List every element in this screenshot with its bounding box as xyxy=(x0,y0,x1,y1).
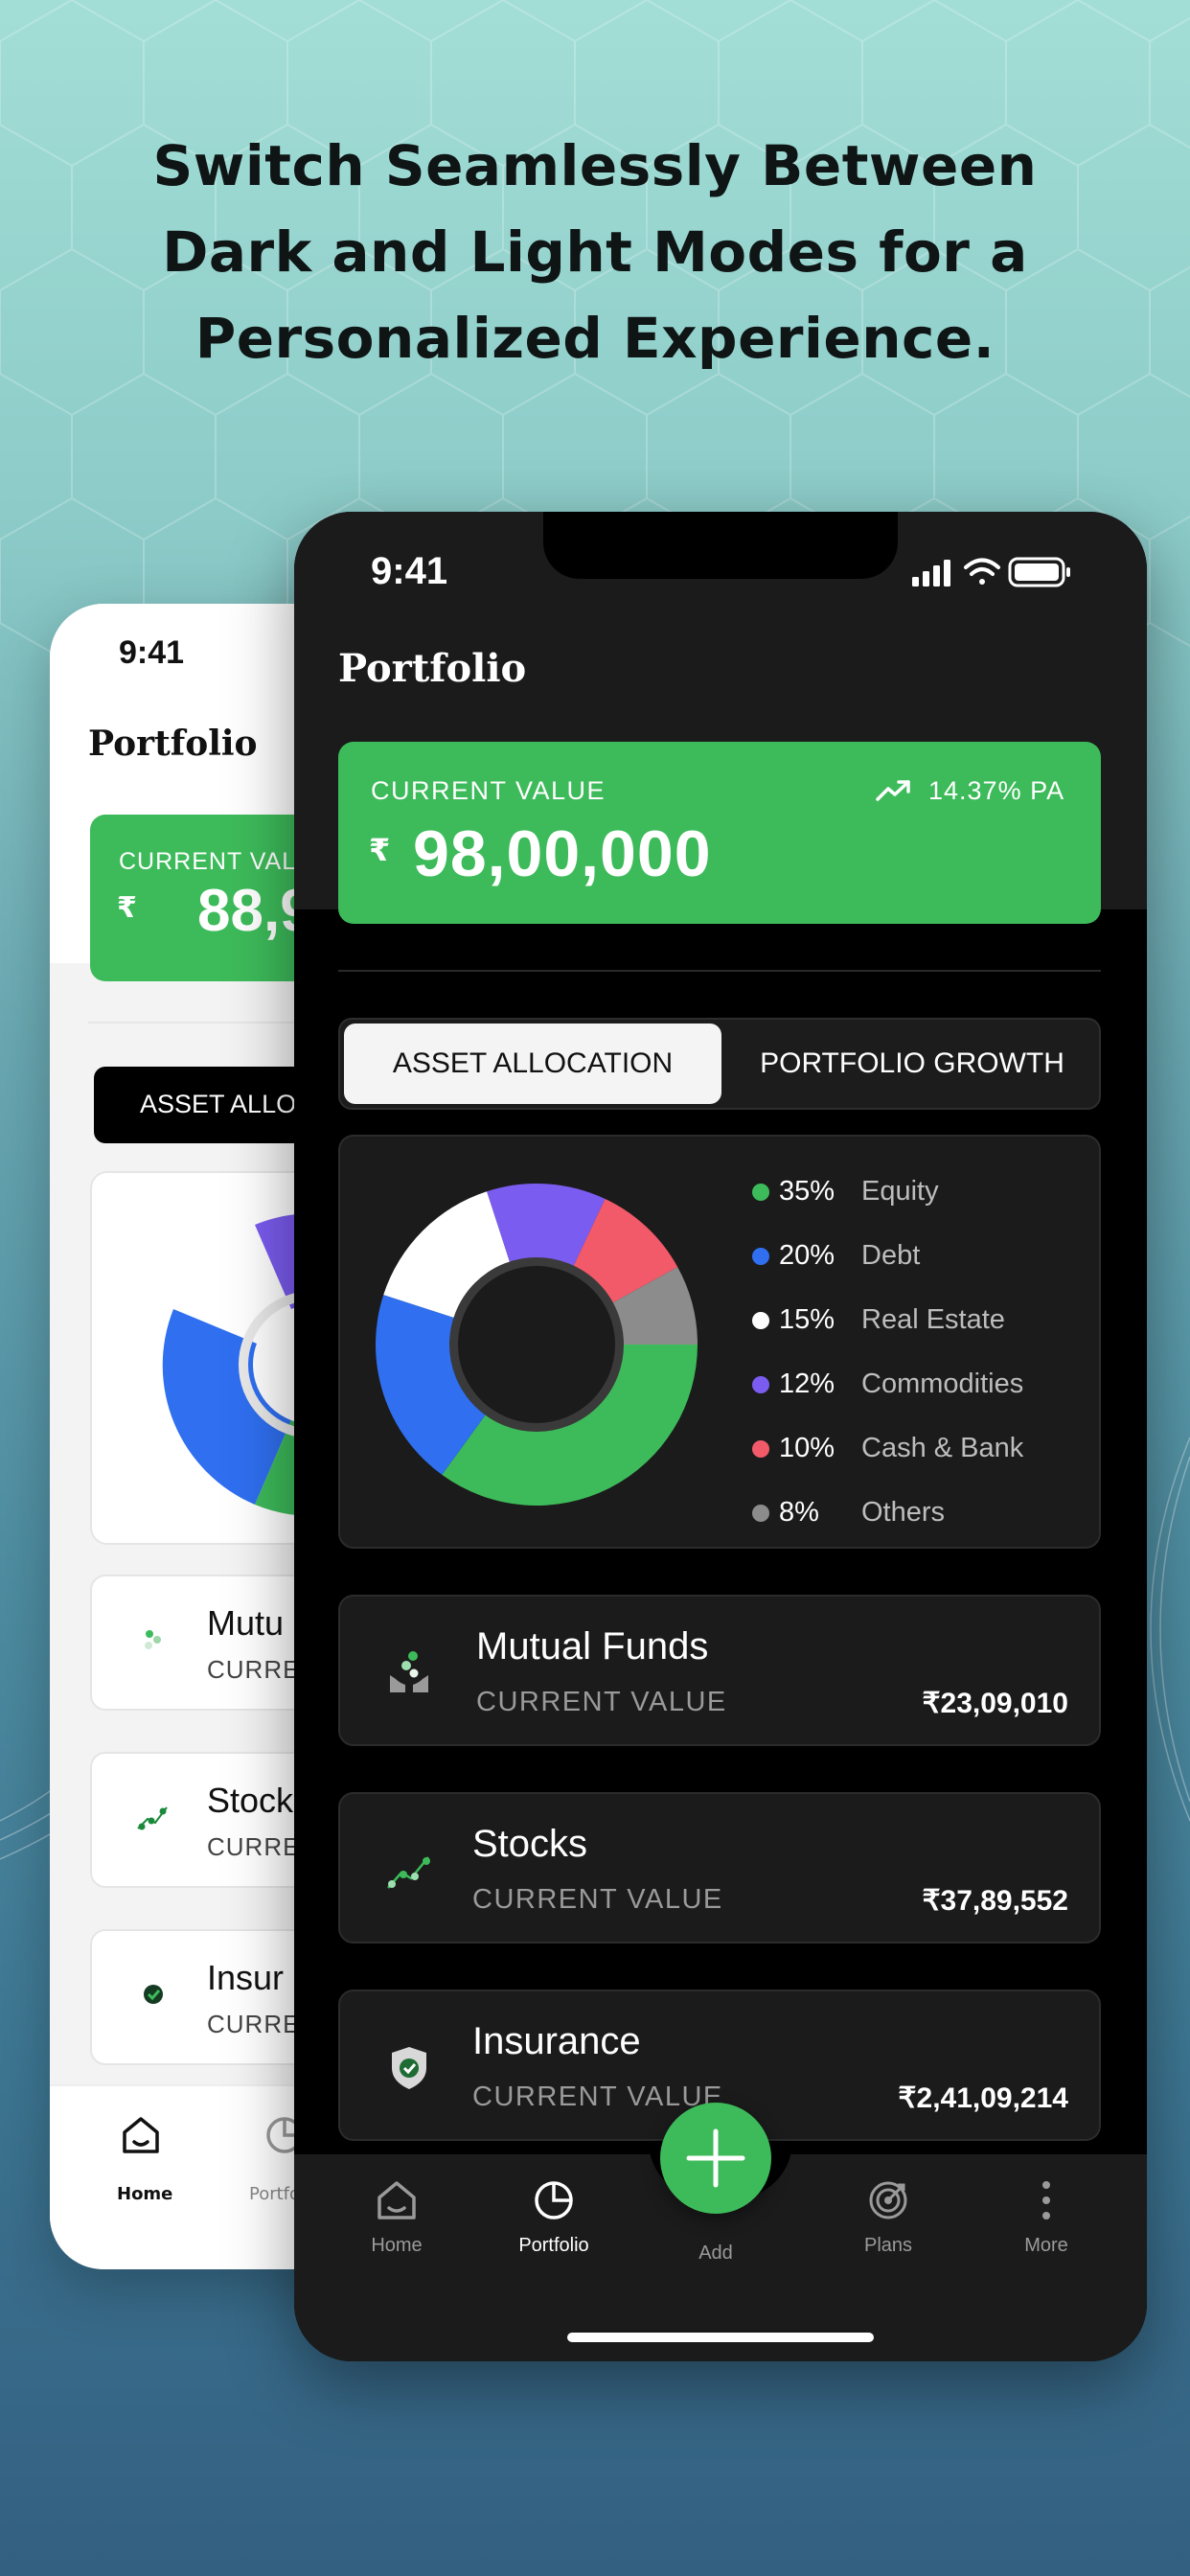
tab-portfolio-growth[interactable]: PORTFOLIO GROWTH xyxy=(725,1024,1099,1104)
list-item-subtitle: CURRENT VALUE xyxy=(472,1884,723,1915)
status-time: 9:41 xyxy=(371,550,448,592)
dark-mode-phone: 9:41 Portfolio CURRENT VALUE 14.37% PA ₹… xyxy=(294,512,1147,2361)
nav-more[interactable]: More xyxy=(984,2177,1109,2257)
list-item-subtitle: CURRE xyxy=(207,1832,301,1861)
headline: Switch Seamlessly Between Dark and Light… xyxy=(0,123,1190,381)
legend-label: Cash & Bank xyxy=(861,1433,1024,1463)
nav-portfolio-label: Portfolio xyxy=(518,2235,589,2256)
headline-line-3: Personalized Experience. xyxy=(195,306,995,371)
legend-label: Equity xyxy=(861,1176,939,1207)
nav-portfolio-label[interactable]: Portfo xyxy=(249,2184,300,2204)
list-item-name: Mutual Funds xyxy=(476,1625,709,1668)
legend-dot xyxy=(752,1311,769,1329)
home-icon[interactable] xyxy=(119,2113,163,2157)
mutual-funds-icon xyxy=(390,1651,428,1692)
allocation-donut-chart xyxy=(376,1184,698,1506)
list-item-name: Stock xyxy=(207,1781,294,1820)
legend-percent: 20% xyxy=(779,1240,835,1271)
legend-item-debt: 20% Debt xyxy=(752,1224,1023,1288)
legend-dot xyxy=(752,1375,769,1393)
currency-symbol: ₹ xyxy=(117,891,137,925)
legend-label: Others xyxy=(861,1497,946,1528)
list-item-amount: ₹37,89,552 xyxy=(922,1885,1068,1917)
status-bar-icons xyxy=(912,557,1070,587)
current-value-amount: 98,00,000 xyxy=(413,817,712,890)
headline-line-2: Dark and Light Modes for a xyxy=(162,219,1028,285)
battery-icon xyxy=(1008,557,1070,587)
home-indicator xyxy=(567,2333,874,2342)
plus-icon xyxy=(686,2128,745,2188)
current-value-label: CURRENT VAL xyxy=(119,848,297,875)
annual-return: 14.37% PA xyxy=(928,776,1065,805)
stocks-icon xyxy=(387,1856,430,1889)
wifi-icon xyxy=(964,558,1000,585)
current-value-card[interactable]: CURRENT VALUE 14.37% PA ₹ 98,00,000 xyxy=(338,742,1101,924)
nav-add-label: Add xyxy=(698,2242,733,2264)
page-title: Portfolio xyxy=(338,646,527,691)
signal-icon xyxy=(912,560,950,586)
legend-label: Debt xyxy=(861,1240,921,1271)
currency-symbol: ₹ xyxy=(369,832,391,868)
list-item-name: Stocks xyxy=(472,1823,588,1865)
list-item-amount: ₹23,09,010 xyxy=(922,1688,1068,1719)
list-item-subtitle: CURRE xyxy=(207,2010,301,2038)
page-title: Portfolio xyxy=(88,724,258,764)
list-item-name: Insurance xyxy=(472,2020,641,2062)
more-vertical-icon xyxy=(1042,2181,1050,2220)
legend-label: Real Estate xyxy=(861,1304,1005,1335)
stocks-icon xyxy=(137,1806,168,1830)
nav-home-label: Home xyxy=(371,2235,423,2256)
legend-item-real-estate: 15% Real Estate xyxy=(752,1288,1023,1352)
trending-up-icon xyxy=(876,780,910,801)
target-icon xyxy=(869,2181,907,2220)
legend-item-equity: 35% Equity xyxy=(752,1160,1023,1224)
list-item-subtitle: CURRENT VALUE xyxy=(476,1687,727,1717)
divider xyxy=(338,970,1101,972)
legend-percent: 12% xyxy=(779,1368,835,1399)
list-item-amount: ₹2,41,09,214 xyxy=(898,2082,1068,2114)
list-item-stocks[interactable]: Stocks CURRENT VALUE ₹37,89,552 xyxy=(338,1792,1101,1944)
list-item-name: Insur xyxy=(207,1958,285,1997)
view-tabs: ASSET ALLOCATION PORTFOLIO GROWTH xyxy=(338,1018,1101,1110)
legend-item-commodities: 12% Commodities xyxy=(752,1352,1023,1416)
nav-plans[interactable]: Plans xyxy=(826,2177,950,2257)
legend-percent: 15% xyxy=(779,1304,835,1335)
nav-home-label[interactable]: Home xyxy=(117,2184,172,2204)
list-item-mutual-funds[interactable]: Mutual Funds CURRENT VALUE ₹23,09,010 xyxy=(338,1595,1101,1746)
legend-percent: 10% xyxy=(779,1433,835,1463)
list-item-subtitle: CURRE xyxy=(207,1655,301,1684)
mutual-funds-icon xyxy=(145,1630,161,1649)
legend-percent: 8% xyxy=(779,1497,819,1528)
legend-percent: 35% xyxy=(779,1176,835,1207)
donut-hole xyxy=(458,1266,615,1423)
list-item-name: Mutu xyxy=(207,1603,285,1643)
home-icon xyxy=(378,2181,416,2220)
shield-icon xyxy=(144,1985,163,2004)
nav-plans-label: Plans xyxy=(863,2235,913,2256)
legend-dot xyxy=(752,1439,769,1458)
nav-portfolio[interactable]: Portfolio xyxy=(492,2177,616,2257)
tab-asset-allocation[interactable]: ASSET ALLOCATION xyxy=(344,1024,721,1104)
legend-label: Commodities xyxy=(861,1368,1024,1399)
legend-dot xyxy=(752,1504,769,1522)
legend-dot xyxy=(752,1247,769,1265)
status-time: 9:41 xyxy=(119,634,185,671)
legend-item-cash-bank: 10% Cash & Bank xyxy=(752,1416,1023,1481)
allocation-chart-card: 35% Equity 20% Debt 15% Real Estate 12% … xyxy=(338,1135,1101,1549)
current-value-label: CURRENT VALUE xyxy=(371,776,606,805)
portfolio-icon xyxy=(535,2181,573,2220)
shield-icon xyxy=(392,2047,426,2089)
add-button[interactable] xyxy=(660,2103,771,2214)
phone-notch xyxy=(543,512,898,579)
nav-more-label: More xyxy=(1024,2235,1068,2256)
headline-line-1: Switch Seamlessly Between xyxy=(152,133,1038,198)
legend-item-others: 8% Others xyxy=(752,1481,1023,1545)
nav-home[interactable]: Home xyxy=(334,2177,459,2257)
legend-dot xyxy=(752,1183,769,1201)
allocation-legend: 35% Equity 20% Debt 15% Real Estate 12% … xyxy=(752,1160,1023,1545)
